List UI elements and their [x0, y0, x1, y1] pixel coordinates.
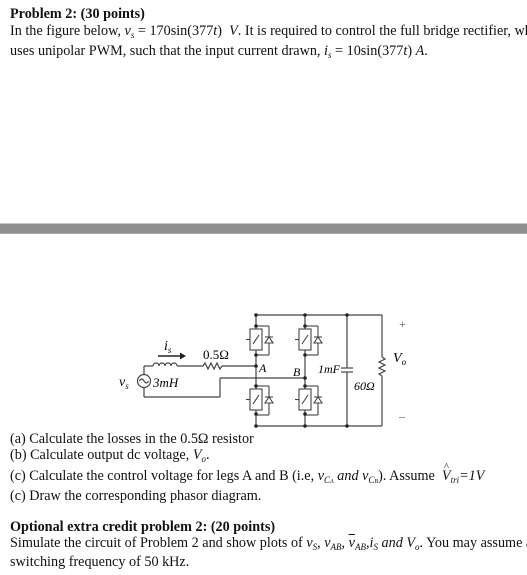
resistor-label: 0.5Ω [203, 347, 229, 362]
source-label: vs [119, 375, 129, 391]
current-arrow-icon [180, 352, 186, 360]
node-a-label: A [258, 361, 267, 375]
current-label: is [164, 339, 172, 355]
vtri-var: V [442, 458, 451, 485]
sub: S [312, 542, 318, 552]
switch-b-bottom-icon [295, 385, 324, 416]
load-label: 60Ω [354, 379, 375, 393]
output-voltage-label: Vo [393, 351, 407, 367]
text: . [205, 447, 210, 463]
and: and [377, 535, 407, 551]
vtri-value: =1V [459, 468, 485, 484]
load-resistor-icon [377, 356, 387, 377]
text: Simulate the circuit of Problem 2 and sh… [10, 535, 307, 551]
text: (c) Calculate the control voltage for le… [10, 468, 318, 484]
extra-line-2: switching frequency of 50 kHz. [10, 554, 190, 570]
question-b: (b) Calculate output dc voltage, Vo. [10, 446, 210, 468]
minus-sign: – [398, 409, 406, 423]
inductor-label: 3mH [152, 375, 179, 390]
text: (b) Calculate output dc voltage, [10, 447, 193, 463]
switch-a-bottom-icon [246, 385, 275, 416]
sub: AB [354, 542, 366, 552]
question-d: (c) Draw the corresponding phasor diagra… [10, 488, 262, 504]
plus-sign: + [399, 317, 406, 331]
node-b-label: B [293, 365, 301, 379]
switch-b-top-icon [295, 325, 324, 356]
and: and [333, 468, 363, 484]
inductor-icon [152, 362, 178, 367]
capacitor-label: 1mF [318, 362, 341, 376]
switch-a-top-icon [246, 325, 275, 356]
sub: AB [330, 542, 342, 552]
vtri-sub: tri [450, 475, 460, 485]
text: . You may assume a [419, 535, 527, 551]
text: ). Assume [378, 468, 439, 484]
sine-glyph [138, 378, 150, 384]
vo-var: V [406, 535, 415, 551]
resistor-icon [202, 361, 223, 371]
